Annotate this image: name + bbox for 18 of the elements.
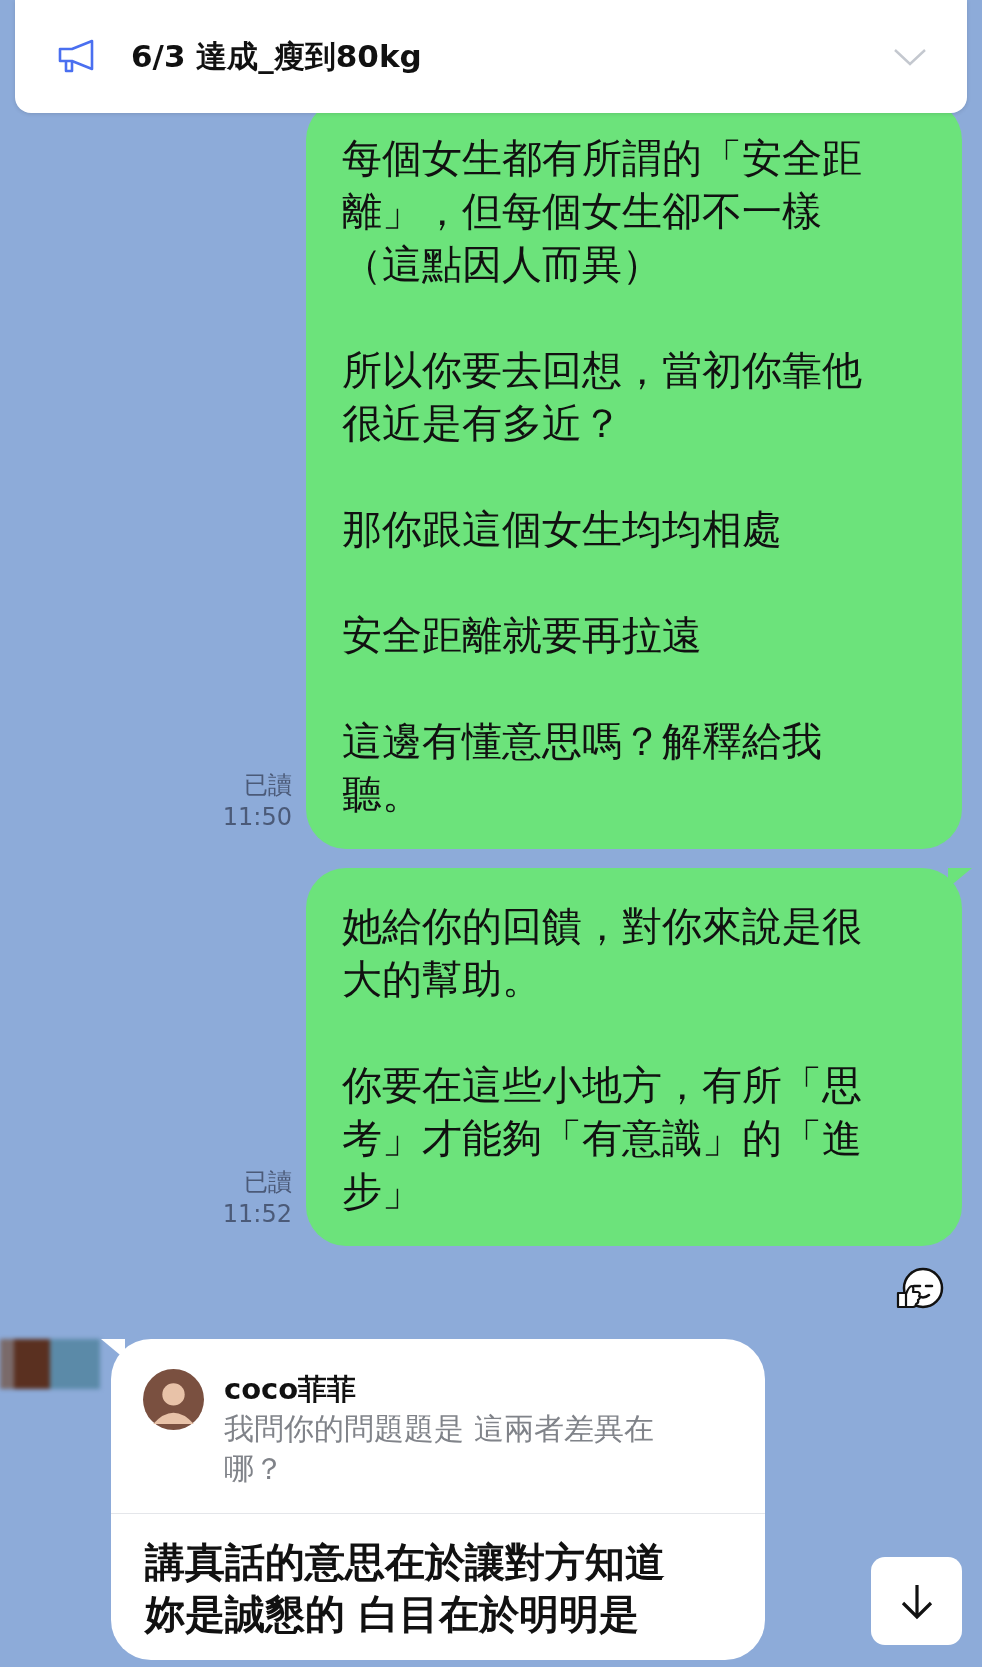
message-text: 這邊有懂意思嗎？解釋給我聽。: [342, 717, 823, 819]
message-text: 每個女生都有所謂的「安全距離」，但每個女生卻不一樣（這點因人而異）: [342, 134, 863, 289]
message-time: 11:52: [222, 1199, 292, 1230]
message-text: 她給你的回饋，對你來說是很大的幫助。: [342, 902, 863, 1004]
message-text: 安全距離就要再拉遠: [342, 611, 703, 660]
quoted-message: 我問你的問題題是 這兩者差異在哪？: [224, 1410, 655, 1488]
quoted-sender-name: coco菲菲: [224, 1371, 358, 1408]
read-receipt: 已讀: [244, 770, 292, 801]
read-receipt: 已讀: [244, 1167, 292, 1198]
announcement-text: 6/3 達成_瘦到80kg: [131, 36, 423, 76]
message-text: 所以你要去回想，當初你靠他很近是有多近？: [342, 346, 863, 448]
scroll-down-button[interactable]: [871, 1557, 962, 1645]
message-text: 講真話的意思在於讓對方知道妳是誠懇的 白目在於明明是: [145, 1538, 666, 1639]
message-text: 你要在這些小地方，有所「思考」才能夠「有意識」的「進步」: [342, 1061, 863, 1216]
message-time: 11:50: [222, 802, 292, 833]
message-text: 那你跟這個女生均均相處: [342, 505, 783, 554]
avatar: [143, 1369, 204, 1430]
announcement-banner[interactable]: 6/3 達成_瘦到80kg: [15, 0, 967, 113]
